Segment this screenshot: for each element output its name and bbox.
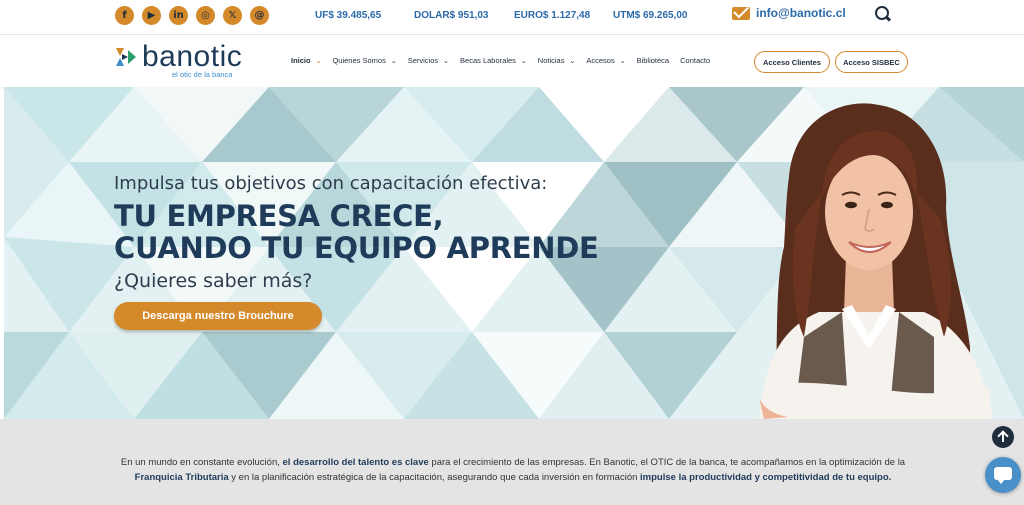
intro-bold: Franquicia Tributaria bbox=[134, 472, 229, 483]
logo-tagline: el otic de la banca bbox=[172, 70, 233, 79]
dolar-rate: DOLAR$ 951,03 bbox=[414, 10, 489, 21]
chevron-down-icon: ⌄ bbox=[619, 57, 626, 65]
menu-label: Contacto bbox=[680, 56, 711, 65]
chat-widget-button[interactable] bbox=[985, 457, 1021, 493]
smiling-woman-image bbox=[759, 103, 992, 419]
menu-item-inicio[interactable]: Inicio ⌄ bbox=[291, 56, 321, 65]
menu-label: Becas Laborales bbox=[460, 56, 516, 65]
youtube-icon[interactable]: ▶ bbox=[142, 6, 161, 25]
menu-label: Accesos bbox=[586, 56, 615, 65]
menu-item-noticias[interactable]: Noticias ⌄ bbox=[538, 56, 576, 65]
intro-text: para el crecimiento de las empresas. En … bbox=[428, 457, 906, 468]
facebook-icon[interactable]: f bbox=[115, 6, 134, 25]
linkedin-icon[interactable]: in bbox=[169, 6, 188, 25]
social-links: f ▶ in ◎ 𝕏 @ bbox=[115, 6, 269, 25]
logo-mark-icon bbox=[116, 48, 136, 66]
hero-banner: Impulsa tus objetivos con capacitación e… bbox=[4, 87, 1024, 419]
menu-label: Quienes Somos bbox=[332, 56, 386, 65]
menu-item-servicios[interactable]: Servicios ⌄ bbox=[408, 56, 449, 65]
euro-rate: EURO$ 1.127,48 bbox=[514, 10, 591, 21]
intro-bold: el desarrollo del talento es clave bbox=[282, 457, 429, 468]
x-icon[interactable]: 𝕏 bbox=[223, 6, 242, 25]
hero-headline-line-1: TU EMPRESA CRECE, bbox=[114, 199, 444, 233]
menu-item-accesos[interactable]: Accesos ⌄ bbox=[586, 56, 625, 65]
intro-section: En un mundo en constante evolución, el d… bbox=[0, 419, 1024, 505]
menu-item-biblioteca[interactable]: Biblioteca bbox=[637, 56, 670, 65]
search-icon[interactable] bbox=[875, 6, 891, 22]
top-bar: f ▶ in ◎ 𝕏 @ UF$ 39.485,65 DOLAR$ 951,03… bbox=[0, 0, 1024, 34]
envelope-icon bbox=[732, 6, 750, 20]
utm-rate: UTM$ 69.265,00 bbox=[613, 10, 688, 21]
menu-item-quienes-somos[interactable]: Quienes Somos ⌄ bbox=[332, 56, 396, 65]
chevron-down-icon: ⌄ bbox=[569, 57, 576, 65]
chevron-down-icon: ⌄ bbox=[390, 57, 397, 65]
scroll-to-top-button[interactable] bbox=[992, 426, 1014, 448]
hero-text: Impulsa tus objetivos con capacitación e… bbox=[114, 173, 599, 330]
main-menu: Inicio ⌄ Quienes Somos ⌄ Servicios ⌄ Becas … bbox=[291, 56, 721, 65]
hero-question: ¿Quieres saber más? bbox=[114, 270, 313, 292]
chevron-down-icon: ⌄ bbox=[315, 57, 322, 65]
email-text: info@banotic.cl bbox=[756, 6, 846, 20]
intro-text: En un mundo en constante evolución, bbox=[120, 457, 283, 468]
intro-text: y en la planificación estratégica de la … bbox=[228, 472, 641, 483]
menu-label: Servicios bbox=[407, 56, 439, 65]
instagram-icon[interactable]: ◎ bbox=[196, 6, 215, 25]
chevron-down-icon: ⌄ bbox=[443, 57, 450, 65]
banotic-logo[interactable]: banotic el otic de la banca bbox=[114, 40, 243, 79]
intro-paragraph: En un mundo en constante evolución, el d… bbox=[110, 455, 916, 485]
email-link[interactable]: info@banotic.cl bbox=[732, 6, 846, 20]
acceso-clientes-button[interactable]: Acceso Clientes bbox=[754, 51, 830, 73]
chevron-down-icon: ⌄ bbox=[520, 57, 527, 65]
threads-icon[interactable]: @ bbox=[250, 6, 269, 25]
menu-label: Noticias bbox=[537, 56, 565, 65]
uf-rate: UF$ 39.485,65 bbox=[315, 10, 382, 21]
hero-headline-line-2: CUANDO TU EQUIPO APRENDE bbox=[114, 231, 599, 265]
logo-wordmark: banotic bbox=[142, 40, 243, 73]
menu-label: Biblioteca bbox=[636, 56, 670, 65]
menu-item-becas-laborales[interactable]: Becas Laborales ⌄ bbox=[460, 56, 527, 65]
hero-kicker: Impulsa tus objetivos con capacitación e… bbox=[114, 173, 548, 194]
intro-bold: impulse la productividad y competitivida… bbox=[640, 472, 892, 483]
main-navbar: banotic el otic de la banca Inicio ⌄ Quie… bbox=[0, 34, 1024, 87]
hero-headline: TU EMPRESA CRECE, CUANDO TU EQUIPO APREN… bbox=[114, 200, 599, 264]
download-brochure-button[interactable]: Descarga nuestro Brouchure bbox=[114, 302, 322, 330]
menu-item-contacto[interactable]: Contacto bbox=[680, 56, 710, 65]
menu-label: Inicio bbox=[291, 56, 311, 65]
acceso-sisbec-button[interactable]: Acceso SISBEC bbox=[835, 51, 908, 73]
